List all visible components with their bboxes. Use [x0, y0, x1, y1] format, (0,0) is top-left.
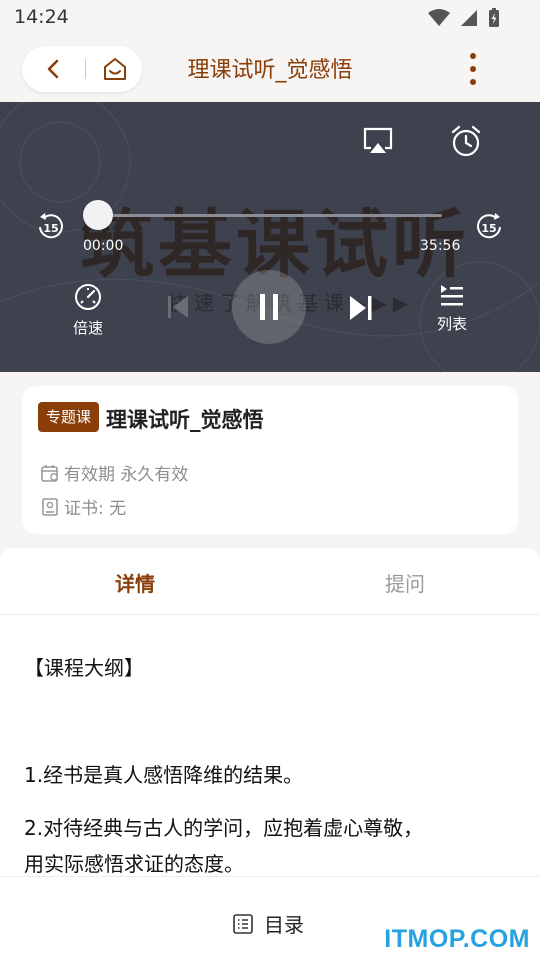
speedometer-icon — [75, 284, 101, 310]
speed-label: 倍速 — [72, 319, 103, 337]
alarm-timer-icon[interactable] — [450, 124, 482, 158]
certificate-row: 证书: 无 — [40, 494, 126, 519]
site-watermark: ITMOP.COM — [384, 925, 530, 953]
more-menu-icon[interactable] — [466, 52, 480, 86]
catalog-icon — [233, 913, 253, 934]
wifi-icon — [428, 9, 450, 26]
next-track-icon[interactable] — [348, 294, 374, 322]
duration: 35:56 — [420, 238, 461, 254]
toc-button[interactable]: 目录 — [232, 909, 304, 938]
content-panel: 详情 提问 【课程大纲】 1.经书是真人感悟降维的结果。 2.对待经典与古人的学… — [0, 548, 540, 876]
current-time: 00:00 — [83, 238, 124, 254]
speed-button[interactable]: 倍速 — [66, 282, 110, 338]
rewind-15-button[interactable]: 15 — [36, 212, 66, 242]
app-header: 理课试听_觉感悟 — [0, 36, 540, 102]
rewind-seconds: 15 — [43, 222, 58, 235]
course-info-card: 专题课 理课试听_觉感悟 有效期 永久有效 证书: 无 — [22, 386, 518, 534]
battery-icon — [489, 8, 499, 27]
forward-15-button[interactable]: 15 — [474, 212, 504, 242]
tab-details[interactable]: 详情 — [60, 568, 210, 597]
playlist-button[interactable]: 列表 — [430, 282, 474, 334]
back-icon[interactable] — [42, 57, 66, 81]
bottom-bar: 目录 ITMOP.COM — [0, 876, 540, 961]
validity-row: 有效期 永久有效 — [40, 460, 188, 485]
playlist-icon — [441, 285, 463, 306]
certificate-icon — [42, 497, 58, 516]
course-type-badge: 专题课 — [38, 402, 100, 432]
status-bar: 14:24 — [0, 0, 540, 36]
calendar-icon — [41, 464, 58, 482]
seek-bar[interactable] — [83, 200, 442, 230]
status-time: 14:24 — [14, 6, 69, 28]
pause-button[interactable] — [232, 270, 306, 344]
tab-divider — [0, 614, 540, 615]
previous-track-icon[interactable] — [166, 292, 190, 322]
forward-icon: 15 — [477, 213, 501, 239]
home-icon[interactable] — [102, 56, 128, 82]
nav-divider — [85, 59, 86, 79]
toc-label: 目录 — [264, 913, 304, 937]
cast-icon[interactable] — [362, 126, 394, 156]
outline-heading: 【课程大纲】 — [24, 656, 144, 680]
signal-icon — [461, 10, 477, 26]
outline-line-3: 用实际感悟求证的态度。 — [24, 852, 244, 876]
rewind-icon: 15 — [39, 213, 63, 239]
pause-icon — [260, 294, 278, 320]
playlist-label: 列表 — [436, 315, 467, 333]
nav-pill — [22, 46, 142, 92]
tab-questions[interactable]: 提问 — [330, 568, 480, 597]
outline-line-1: 1.经书是真人感悟降维的结果。 — [24, 763, 304, 787]
validity-text: 有效期 永久有效 — [64, 465, 189, 485]
certificate-text: 证书: 无 — [64, 499, 127, 519]
audio-player: 筑基课试听 快速了解筑基课▶▶▶ 15 15 00:00 35:56 倍速 列表 — [0, 102, 540, 372]
outline-line-2: 2.对待经典与古人的学问，应抱着虚心尊敬， — [24, 816, 424, 840]
status-icons — [428, 8, 500, 28]
course-title: 理课试听_觉感悟 — [106, 408, 264, 432]
page-title: 理课试听_觉感悟 — [187, 58, 353, 83]
seek-handle[interactable] — [83, 200, 113, 230]
forward-seconds: 15 — [481, 222, 496, 235]
